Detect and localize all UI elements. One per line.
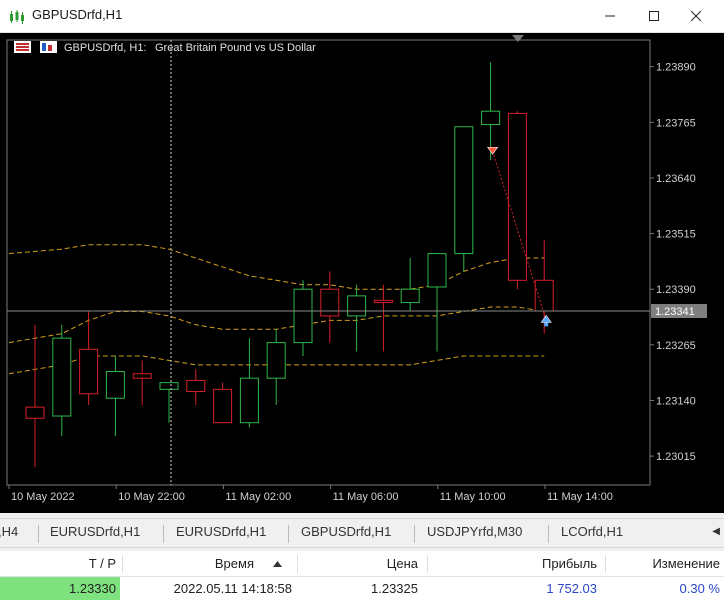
header-price[interactable]: Цена (299, 551, 422, 576)
time-label: 11 May 02:00 (225, 491, 291, 503)
header-change[interactable]: Изменение (607, 551, 724, 576)
candle-body (507, 112, 527, 281)
header-profit[interactable]: Прибыль (429, 551, 601, 576)
candle-series (25, 62, 554, 468)
time-label: 10 May 22:00 (118, 491, 185, 503)
time-axis: 10 May 2022 10 May 22:00 11 May 02:00 11 Ma… (8, 485, 613, 503)
minimize-icon (605, 15, 615, 17)
candle-body (25, 406, 45, 419)
tab-eurusd-2[interactable]: EURUSDrfd,H1 (176, 524, 266, 539)
candle-body (159, 382, 179, 390)
tab-lco[interactable]: LCOrfd,H1 (561, 524, 623, 539)
candle-body (320, 288, 340, 317)
candle-body (293, 288, 313, 344)
candle-body (105, 371, 125, 399)
tab-gbpusd[interactable]: GBPUSDrfd,H1 (301, 524, 391, 539)
tab-eurusd-1[interactable]: EURUSDrfd,H1 (50, 524, 140, 539)
candle-body (186, 379, 206, 393)
time-label: 10 May 2022 (11, 491, 75, 503)
candle-body (454, 126, 474, 255)
chart-header: GBPUSDrfd, H1: Great Britain Pound vs US… (14, 41, 316, 54)
price-label: 1.23515 (656, 229, 696, 241)
price-label: 1.23140 (656, 395, 696, 407)
window-title: GBPUSDrfd,H1 (32, 7, 123, 22)
cell-change: 0.30 % (679, 581, 720, 596)
time-label: 11 May 14:00 (547, 491, 613, 503)
chart-symbol-label: GBPUSDrfd, H1: (64, 42, 147, 54)
tab-h4[interactable]: ,H4 (0, 524, 18, 539)
candle-body (534, 279, 554, 312)
price-label: 1.23015 (656, 451, 696, 463)
close-button[interactable] (678, 4, 714, 28)
chart-canvas[interactable]: GBPUSDrfd, H1: Great Britain Pound vs US… (0, 33, 724, 513)
candle-body (239, 377, 259, 424)
time-label: 11 May 06:00 (333, 491, 399, 503)
buy-arrow-stem (544, 322, 549, 327)
price-label: 1.23390 (656, 284, 696, 296)
price-axis: 1.23890 1.23765 1.23640 1.23515 1.23390 1.232… (650, 62, 696, 463)
price-label: 1.23640 (656, 173, 696, 185)
candle-body (52, 337, 72, 417)
candle-body (79, 348, 99, 395)
table-row[interactable]: 1.23330 2022.05.11 14:18:58 1.23325 1 75… (0, 577, 724, 600)
candle-body (400, 288, 420, 304)
current-price-label: 1.23341 (651, 304, 707, 319)
cell-time: 2022.05.11 14:18:58 (173, 581, 292, 596)
candle-body (427, 253, 447, 288)
maximize-button[interactable] (636, 4, 672, 28)
candle-body (213, 388, 233, 424)
price-label: 1.23765 (656, 117, 696, 129)
chart-shift-marker (512, 35, 524, 42)
title-bar[interactable]: GBPUSDrfd,H1 (0, 0, 724, 33)
candle-body (266, 342, 286, 379)
price-label: 1.23890 (656, 62, 696, 74)
chart-tabs: ,H4 EURUSDrfd,H1 EURUSDrfd,H1 GBPUSDrfd,… (0, 518, 724, 548)
candle-body (481, 110, 501, 126)
maximize-icon (649, 11, 659, 21)
cell-tp: 1.23330 (0, 577, 120, 600)
cell-price: 1.23325 (371, 581, 418, 596)
header-tp[interactable]: T / P (0, 551, 120, 576)
tab-scroll-left-icon[interactable]: ◀ (712, 526, 720, 537)
price-label: 1.23265 (656, 340, 696, 352)
candle-body (347, 295, 367, 317)
time-label: 11 May 10:00 (440, 491, 506, 503)
terminal-window: GBPUSDrfd,H1 GBPUSDrfd, H1: Great Britai… (0, 0, 724, 600)
close-icon (690, 10, 702, 22)
positions-table-header: T / P Время Цена Прибыль Изменение (0, 551, 724, 577)
chart-description: Great Britain Pound vs US Dollar (155, 42, 316, 54)
sell-arrow-icon (487, 146, 499, 155)
buy-arrow-icon (540, 314, 552, 323)
candle-body (373, 299, 393, 304)
minimize-button[interactable] (592, 4, 628, 28)
sort-ascending-icon[interactable] (262, 551, 292, 576)
cell-profit: 1 752.03 (546, 581, 597, 596)
tab-usdjpy[interactable]: USDJPYrfd,M30 (427, 524, 522, 539)
chart-window-icon (10, 10, 24, 24)
chart-frame (6, 39, 651, 486)
candle-body (132, 373, 152, 379)
current-price-text: 1.23341 (655, 306, 695, 318)
header-time[interactable]: Время (124, 551, 258, 576)
price-chart[interactable]: GBPUSDrfd, H1: Great Britain Pound vs US… (0, 33, 724, 513)
